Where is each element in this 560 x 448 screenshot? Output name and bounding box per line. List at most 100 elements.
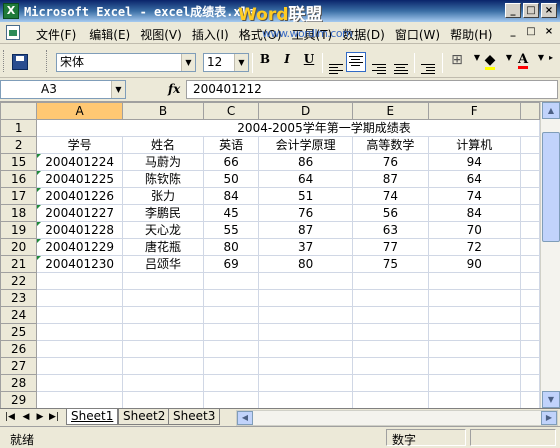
column-header-e[interactable]: E <box>352 102 429 120</box>
score-cell[interactable]: 75 <box>352 255 429 273</box>
bold-button[interactable]: B <box>255 52 275 72</box>
worksheet-grid[interactable]: A B C D E F 1 2004-2005学年第一学期成绩表 2 学号 姓名… <box>0 102 540 408</box>
score-cell[interactable]: 66 <box>203 153 260 171</box>
cell[interactable] <box>121 272 205 290</box>
menu-insert[interactable]: 插入(I) <box>192 26 239 43</box>
cell[interactable] <box>427 357 521 375</box>
score-cell[interactable]: 76 <box>258 204 354 222</box>
borders-button[interactable]: ⊞ <box>447 52 467 72</box>
name-box[interactable]: A3 ▼ <box>0 80 126 99</box>
column-header-d[interactable]: D <box>258 102 354 120</box>
cell[interactable] <box>519 391 540 408</box>
cell[interactable] <box>427 306 521 324</box>
font-size-select[interactable]: 12 ▼ <box>203 53 249 72</box>
underline-button[interactable]: U <box>299 52 319 72</box>
cell[interactable] <box>427 391 521 408</box>
align-left-button[interactable] <box>326 52 346 74</box>
row-header[interactable]: 28 <box>0 374 38 392</box>
student-name-cell[interactable]: 唐花瓶 <box>121 238 205 256</box>
cell[interactable] <box>258 272 354 290</box>
font-name-select[interactable]: 宋体 ▼ <box>56 53 196 72</box>
cell[interactable] <box>121 357 205 375</box>
score-cell[interactable]: 74 <box>427 187 521 205</box>
student-id-cell[interactable]: 200401225 <box>36 170 123 188</box>
student-name-cell[interactable]: 陈钦陈 <box>121 170 205 188</box>
score-cell[interactable]: 87 <box>258 221 354 239</box>
cell[interactable] <box>427 323 521 341</box>
cell[interactable] <box>519 221 540 239</box>
toolbar-grip[interactable] <box>3 50 6 72</box>
row-header[interactable]: 24 <box>0 306 38 324</box>
cell[interactable] <box>36 340 123 358</box>
chevron-down-icon[interactable]: ▼ <box>111 81 125 98</box>
toolbar-grip-2[interactable] <box>46 50 49 72</box>
row-header[interactable]: 18 <box>0 204 38 222</box>
cell[interactable] <box>203 391 260 408</box>
student-id-cell[interactable]: 200401229 <box>36 238 123 256</box>
menu-window[interactable]: 窗口(W) <box>395 26 450 43</box>
cell[interactable] <box>352 289 429 307</box>
score-cell[interactable]: 84 <box>203 187 260 205</box>
student-id-cell[interactable]: 200401224 <box>36 153 123 171</box>
score-cell[interactable]: 55 <box>203 221 260 239</box>
student-name-cell[interactable]: 马蔚为 <box>121 153 205 171</box>
column-header-f[interactable]: F <box>427 102 521 120</box>
save-icon[interactable] <box>12 54 28 70</box>
cell[interactable] <box>203 323 260 341</box>
title-cell[interactable]: 2004-2005学年第一学期成绩表 <box>36 119 540 137</box>
formula-input[interactable]: 200401212 <box>186 80 558 99</box>
score-cell[interactable]: 69 <box>203 255 260 273</box>
row-header[interactable]: 2 <box>0 136 38 154</box>
cell[interactable] <box>519 204 540 222</box>
cell[interactable] <box>36 289 123 307</box>
cell[interactable] <box>519 306 540 324</box>
header-cell[interactable]: 计算机 <box>427 136 521 154</box>
cell[interactable] <box>427 289 521 307</box>
row-header[interactable]: 21 <box>0 255 38 273</box>
score-cell[interactable]: 86 <box>258 153 354 171</box>
cell[interactable] <box>519 289 540 307</box>
cell[interactable] <box>519 238 540 256</box>
cell[interactable] <box>258 391 354 408</box>
score-cell[interactable]: 80 <box>258 255 354 273</box>
score-cell[interactable]: 80 <box>203 238 260 256</box>
score-cell[interactable]: 64 <box>427 170 521 188</box>
header-cell[interactable]: 英语 <box>203 136 260 154</box>
select-all-corner[interactable] <box>0 102 38 120</box>
cell[interactable] <box>519 357 540 375</box>
score-cell[interactable]: 70 <box>427 221 521 239</box>
maximize-button[interactable]: □ <box>523 3 539 18</box>
row-header[interactable]: 27 <box>0 357 38 375</box>
cell[interactable] <box>203 306 260 324</box>
toolbar-options-button[interactable]: ▸ <box>544 52 558 72</box>
score-cell[interactable]: 37 <box>258 238 354 256</box>
sheet-tab-sheet3[interactable]: Sheet3 <box>168 409 221 425</box>
student-id-cell[interactable]: 200401227 <box>36 204 123 222</box>
cell[interactable] <box>427 272 521 290</box>
header-cell[interactable]: 学号 <box>36 136 123 154</box>
cell[interactable] <box>203 272 260 290</box>
student-id-cell[interactable]: 200401228 <box>36 221 123 239</box>
cell[interactable] <box>352 391 429 408</box>
cell[interactable] <box>352 374 429 392</box>
merge-center-button[interactable] <box>391 52 411 74</box>
row-header[interactable]: 1 <box>0 119 38 137</box>
cell[interactable] <box>427 340 521 358</box>
score-cell[interactable]: 74 <box>352 187 429 205</box>
student-id-cell[interactable]: 200401230 <box>36 255 123 273</box>
vertical-scrollbar[interactable]: ▲ ▼ <box>540 102 560 408</box>
cell[interactable] <box>519 255 540 273</box>
student-name-cell[interactable]: 吕颂华 <box>121 255 205 273</box>
score-cell[interactable]: 94 <box>427 153 521 171</box>
score-cell[interactable]: 84 <box>427 204 521 222</box>
row-header[interactable]: 17 <box>0 187 38 205</box>
cell[interactable] <box>203 374 260 392</box>
workbook-close-button[interactable]: × <box>542 25 556 39</box>
italic-button[interactable]: I <box>277 52 297 72</box>
header-cell[interactable]: 会计学原理 <box>258 136 354 154</box>
align-center-button[interactable] <box>346 52 366 72</box>
cell[interactable] <box>519 272 540 290</box>
close-button[interactable]: × <box>541 3 557 18</box>
cell[interactable] <box>519 187 540 205</box>
score-cell[interactable]: 90 <box>427 255 521 273</box>
